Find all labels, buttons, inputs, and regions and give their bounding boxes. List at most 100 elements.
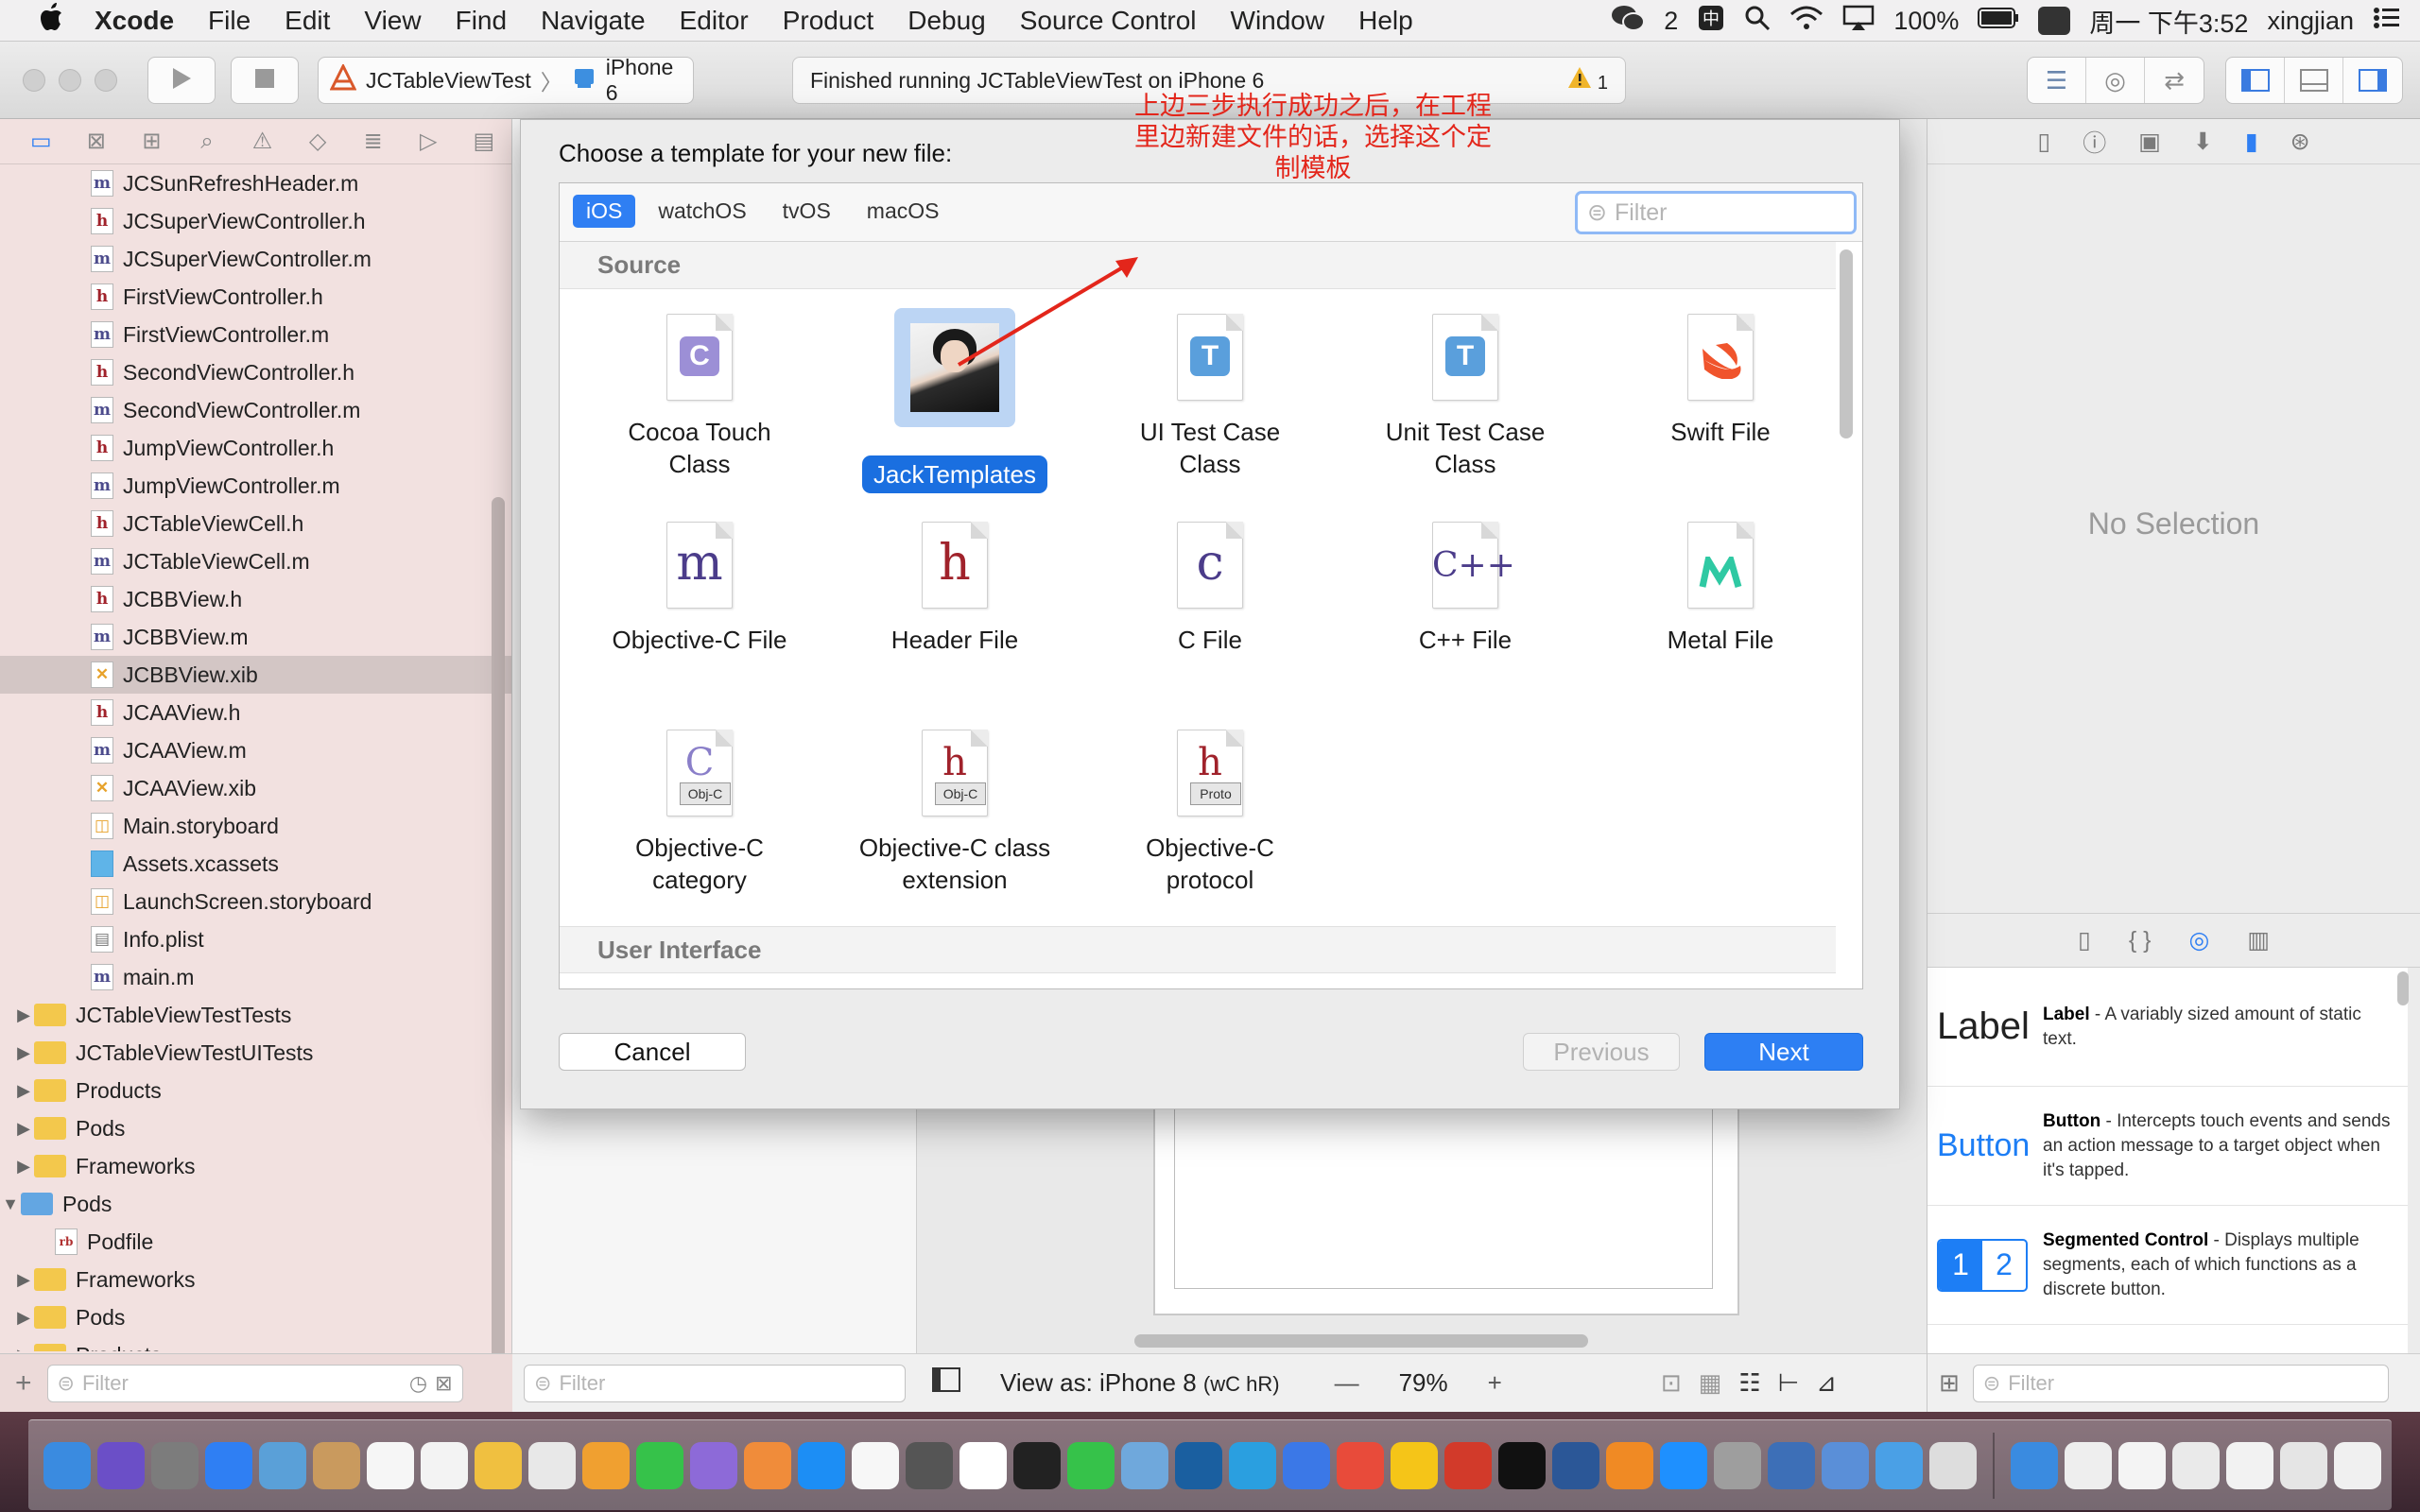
dock-terminal-icon[interactable] bbox=[1067, 1441, 1115, 1489]
dock-app-store-icon[interactable] bbox=[798, 1441, 845, 1489]
dock-finder-icon[interactable] bbox=[43, 1441, 91, 1489]
menu-edit[interactable]: Edit bbox=[268, 6, 347, 36]
dock-itunes-icon[interactable] bbox=[744, 1441, 791, 1489]
previous-button[interactable]: Previous bbox=[1523, 1033, 1680, 1071]
xib-subview[interactable] bbox=[1174, 1104, 1713, 1289]
navigator-file-row[interactable]: ▤ Info.plist bbox=[0, 920, 511, 958]
navigator-file-row[interactable]: h JCSuperViewController.h bbox=[0, 202, 511, 240]
navigator-file-row[interactable]: m SecondViewController.m bbox=[0, 391, 511, 429]
dock-downloads-icon[interactable] bbox=[1876, 1441, 1923, 1489]
navigator-file-row[interactable]: h FirstViewController.h bbox=[0, 278, 511, 316]
navigator-file-row[interactable]: ✕ JCAAView.xib bbox=[0, 769, 511, 807]
minimize-window-button[interactable] bbox=[59, 69, 81, 92]
dock-launchpad-icon[interactable] bbox=[151, 1441, 199, 1489]
code-snippet-library-icon[interactable]: { } bbox=[2129, 927, 2152, 954]
breakpoint-navigator-icon[interactable]: ▷ bbox=[401, 128, 457, 155]
close-window-button[interactable] bbox=[23, 69, 45, 92]
scheme-selector[interactable]: JCTableViewTest 〉 iPhone 6 bbox=[318, 55, 694, 105]
dock-siri-icon[interactable] bbox=[97, 1441, 145, 1489]
navigator-group-row[interactable]: ▶ Frameworks bbox=[0, 1261, 511, 1298]
dock-one-icon[interactable] bbox=[1283, 1441, 1330, 1489]
zoom-out-button[interactable]: — bbox=[1335, 1368, 1359, 1398]
template-item[interactable]: m Objective-C File bbox=[586, 522, 813, 656]
menu-find[interactable]: Find bbox=[439, 6, 524, 36]
sogou-icon[interactable] bbox=[2038, 7, 2071, 35]
file-inspector-icon[interactable]: ▯ bbox=[2037, 128, 2050, 156]
dock-notes-icon[interactable] bbox=[421, 1441, 468, 1489]
warning-indicator[interactable]: 1 bbox=[1567, 66, 1608, 94]
embed-in-icon[interactable]: ⊡ bbox=[1661, 1368, 1682, 1398]
navigator-file-row[interactable]: m JCBBView.m bbox=[0, 618, 511, 656]
navigator-group-row[interactable]: ▶ Frameworks bbox=[0, 1147, 511, 1185]
navigator-file-row[interactable]: h JCAAView.h bbox=[0, 694, 511, 731]
navigator-file-row[interactable]: m main.m bbox=[0, 958, 511, 996]
disclosure-closed-icon[interactable]: ▶ bbox=[13, 1005, 34, 1025]
dock-photo-viewer-icon[interactable] bbox=[1013, 1441, 1061, 1489]
navigator-file-row[interactable]: m JCSuperViewController.m bbox=[0, 240, 511, 278]
template-item[interactable]: T Unit Test Case Class bbox=[1352, 314, 1579, 480]
find-navigator-icon[interactable]: ⌕ bbox=[180, 129, 235, 155]
align-icon[interactable]: ⊢ bbox=[1778, 1368, 1800, 1398]
disclosure-closed-icon[interactable]: ▶ bbox=[13, 1119, 34, 1139]
object-library-icon[interactable]: ◎ bbox=[2188, 926, 2209, 954]
dock-mail-icon[interactable] bbox=[1175, 1441, 1222, 1489]
template-item[interactable]: c C File bbox=[1097, 522, 1323, 656]
navigator-file-row[interactable]: ✕ JCBBView.xib bbox=[0, 656, 511, 694]
dock-youdao-icon[interactable] bbox=[1337, 1441, 1384, 1489]
wifi-icon[interactable] bbox=[1789, 5, 1824, 38]
tab-ios[interactable]: iOS bbox=[573, 195, 636, 228]
template-scrollbar[interactable] bbox=[1840, 249, 1853, 438]
media-library-icon[interactable]: ▥ bbox=[2247, 926, 2270, 954]
tab-tvos[interactable]: tvOS bbox=[769, 195, 844, 228]
utilities-toggle-icon[interactable] bbox=[2343, 58, 2402, 103]
template-filter-input[interactable]: ⊜ Filter bbox=[1575, 191, 1857, 234]
identity-inspector-icon[interactable]: ▣ bbox=[2138, 128, 2161, 156]
navigator-group-row[interactable]: ▶ Products bbox=[0, 1072, 511, 1109]
apple-menu-icon[interactable] bbox=[25, 2, 78, 39]
template-item[interactable]: C Cocoa Touch Class bbox=[586, 314, 813, 480]
navigator-file-row[interactable]: h SecondViewController.h bbox=[0, 353, 511, 391]
list-menu-icon[interactable] bbox=[2373, 6, 2401, 37]
dock-chrome-icon[interactable] bbox=[1229, 1441, 1276, 1489]
dock-teamviewer-icon[interactable] bbox=[1552, 1441, 1599, 1489]
run-button[interactable] bbox=[147, 57, 216, 104]
dock-file-4-icon[interactable] bbox=[2118, 1441, 2166, 1489]
standard-editor-icon[interactable]: ☰ bbox=[2028, 58, 2086, 103]
tab-watchos[interactable]: watchOS bbox=[645, 195, 759, 228]
battery-icon[interactable] bbox=[1978, 7, 2019, 36]
menu-debug[interactable]: Debug bbox=[890, 6, 1003, 36]
dock-simulator-icon[interactable] bbox=[1660, 1441, 1707, 1489]
dock-file-1-icon[interactable] bbox=[1929, 1441, 1977, 1489]
menu-help[interactable]: Help bbox=[1341, 6, 1430, 36]
template-item[interactable]: Metal File bbox=[1607, 522, 1834, 656]
recent-files-icon[interactable]: ◷ bbox=[409, 1371, 427, 1396]
menu-file[interactable]: File bbox=[191, 6, 268, 36]
tab-macos[interactable]: macOS bbox=[854, 195, 953, 228]
quick-help-icon[interactable]: ⓘ bbox=[2083, 125, 2106, 159]
template-item[interactable]: C++ C++ File bbox=[1352, 522, 1579, 656]
menu-editor[interactable]: Editor bbox=[663, 6, 766, 36]
menu-source-control[interactable]: Source Control bbox=[1003, 6, 1214, 36]
navigator-file-row[interactable]: h JumpViewController.h bbox=[0, 429, 511, 467]
airplay-icon[interactable] bbox=[1842, 5, 1875, 38]
dock-notes-2-icon[interactable] bbox=[1822, 1441, 1869, 1489]
disclosure-closed-icon[interactable]: ▶ bbox=[13, 1308, 34, 1328]
issue-navigator-icon[interactable]: ⚠ bbox=[234, 128, 290, 155]
menu-xcode[interactable]: Xcode bbox=[78, 6, 191, 36]
library-item[interactable]: Text Field - Displays editable text bbox=[1927, 1325, 2408, 1353]
dock-system-preferences-icon[interactable] bbox=[852, 1441, 899, 1489]
navigator-group-row[interactable]: ▶ JCTableViewTestTests bbox=[0, 996, 511, 1034]
navigator-file-row[interactable]: m JCSunRefreshHeader.m bbox=[0, 164, 511, 202]
debug-area-toggle-icon[interactable] bbox=[2285, 58, 2343, 103]
resolve-layout-icon[interactable]: ⊿ bbox=[1816, 1368, 1837, 1398]
navigator-file-row[interactable]: h JCBBView.h bbox=[0, 580, 511, 618]
debug-navigator-icon[interactable]: ≣ bbox=[345, 128, 401, 155]
navigator-group-row[interactable]: ▼ Pods bbox=[0, 1185, 511, 1223]
grid-view-icon[interactable]: ⊞ bbox=[1939, 1368, 1960, 1398]
xib-view-frame[interactable] bbox=[1153, 1102, 1739, 1315]
search-icon[interactable] bbox=[1744, 5, 1771, 38]
clock[interactable]: 周一 下午3:52 bbox=[2089, 3, 2248, 40]
dock-file-5-icon[interactable] bbox=[2172, 1441, 2220, 1489]
template-item[interactable]: h Header File bbox=[841, 522, 1068, 656]
dock-xcode-icon[interactable] bbox=[1714, 1441, 1761, 1489]
